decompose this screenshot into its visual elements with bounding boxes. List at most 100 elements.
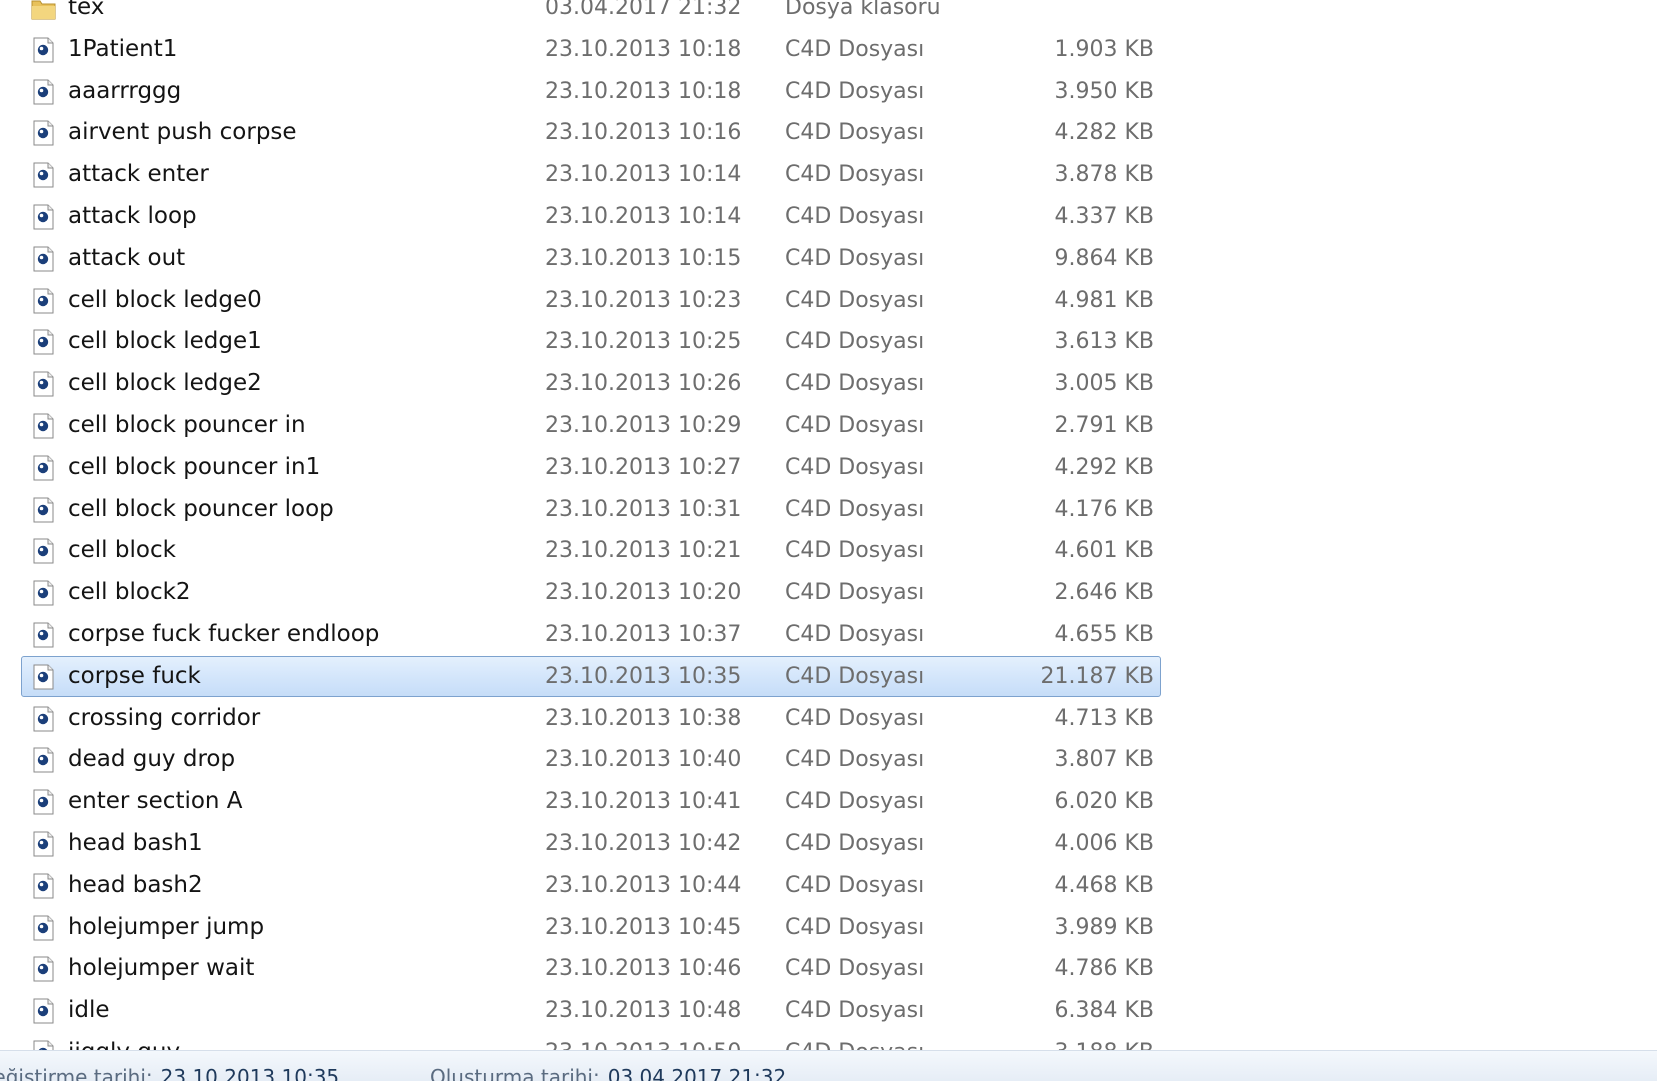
file-date: 23.10.2013 10:31	[545, 490, 741, 529]
file-size: 4.981 KB	[1055, 281, 1155, 320]
c4d-file-icon	[31, 747, 56, 773]
file-name: cell block pouncer in1	[68, 448, 320, 487]
file-row[interactable]: dead guy drop23.10.2013 10:40C4D Dosyası…	[21, 739, 1161, 780]
file-size: 3.188 KB	[1055, 1033, 1155, 1050]
file-row[interactable]: cell block pouncer in123.10.2013 10:27C4…	[21, 447, 1161, 488]
details-status-bar: Değiştirme tarihi:23.10.2013 10:35 Oluşt…	[0, 1050, 1657, 1081]
file-type: C4D Dosyası	[785, 72, 924, 111]
file-type: C4D Dosyası	[785, 991, 924, 1030]
file-size: 21.187 KB	[1041, 657, 1155, 696]
file-type: C4D Dosyası	[785, 448, 924, 487]
file-type: C4D Dosyası	[785, 615, 924, 654]
file-row[interactable]: airvent push corpse23.10.2013 10:16C4D D…	[21, 112, 1161, 153]
file-row[interactable]: cell block223.10.2013 10:20C4D Dosyası2.…	[21, 572, 1161, 613]
file-row[interactable]: enter section A23.10.2013 10:41C4D Dosya…	[21, 781, 1161, 822]
c4d-file-icon	[31, 706, 56, 732]
file-name: cell block	[68, 531, 176, 570]
file-size: 4.655 KB	[1055, 615, 1155, 654]
file-name: dead guy drop	[68, 740, 235, 779]
file-row[interactable]: cell block ledge123.10.2013 10:25C4D Dos…	[21, 321, 1161, 362]
file-date: 23.10.2013 10:37	[545, 615, 741, 654]
file-date: 23.10.2013 10:46	[545, 949, 741, 988]
file-row[interactable]: attack enter23.10.2013 10:14C4D Dosyası3…	[21, 154, 1161, 195]
file-row[interactable]: 1Patient123.10.2013 10:18C4D Dosyası1.90…	[21, 29, 1161, 70]
file-type: C4D Dosyası	[785, 782, 924, 821]
file-size: 4.337 KB	[1055, 197, 1155, 236]
file-row[interactable]: cell block pouncer loop 23.10.2013 10:31 C…	[21, 489, 1161, 530]
file-name: cell block pouncer loop	[68, 490, 334, 529]
c4d-file-icon	[31, 622, 56, 648]
file-row[interactable]: attack loop23.10.2013 10:14C4D Dosyası4.…	[21, 196, 1161, 237]
file-name: aaarrrggg	[68, 72, 181, 111]
file-type: C4D Dosyası	[785, 281, 924, 320]
c4d-file-icon	[31, 915, 56, 941]
file-row[interactable]: cell block ledge023.10.2013 10:23C4D Dos…	[21, 280, 1161, 321]
file-row[interactable]: cell block ledge223.10.2013 10:26C4D Dos…	[21, 363, 1161, 404]
file-type: C4D Dosyası	[785, 657, 924, 696]
file-row[interactable]: corpse fuck 23.10.2013 10:35 C4D Dosyası 21…	[21, 656, 1161, 697]
file-name: attack enter	[68, 155, 209, 194]
file-date: 23.10.2013 10:18	[545, 72, 741, 111]
file-date: 23.10.2013 10:18	[545, 30, 741, 69]
file-date: 23.10.2013 10:15	[545, 239, 741, 278]
file-size: 4.176 KB	[1055, 490, 1155, 529]
file-size: 4.006 KB	[1055, 824, 1155, 863]
file-size: 3.878 KB	[1055, 155, 1155, 194]
file-row[interactable]: idle23.10.2013 10:48C4D Dosyası6.384 KB	[21, 990, 1161, 1031]
file-size: 4.292 KB	[1055, 448, 1155, 487]
file-row[interactable]: crossing corridor23.10.2013 10:38C4D Dos…	[21, 698, 1161, 739]
file-date: 23.10.2013 10:14	[545, 197, 741, 236]
file-type: C4D Dosyası	[785, 949, 924, 988]
file-row[interactable]: tex03.04.2017 21:32Dosya klasoru	[21, 0, 1161, 28]
file-name: corpse fuck	[68, 657, 201, 696]
file-type: C4D Dosyası	[785, 1033, 924, 1050]
file-date: 23.10.2013 10:38	[545, 699, 741, 738]
file-name: cell block2	[68, 573, 191, 612]
file-date: 23.10.2013 10:26	[545, 364, 741, 403]
c4d-file-icon	[31, 873, 56, 899]
file-name: cell block ledge0	[68, 281, 262, 320]
file-row[interactable]: attack out23.10.2013 10:15C4D Dosyası9.8…	[21, 238, 1161, 279]
c4d-file-icon	[31, 538, 56, 564]
file-size: 4.713 KB	[1055, 699, 1155, 738]
file-type: C4D Dosyası	[785, 740, 924, 779]
file-row[interactable]: cell block23.10.2013 10:21C4D Dosyası4.6…	[21, 530, 1161, 571]
file-row[interactable]: holejumper jump23.10.2013 10:45C4D Dosya…	[21, 907, 1161, 948]
file-name: airvent push corpse	[68, 113, 297, 152]
file-row[interactable]: head bash223.10.2013 10:44C4D Dosyası4.4…	[21, 865, 1161, 906]
file-size: 4.786 KB	[1055, 949, 1155, 988]
c4d-file-icon	[31, 831, 56, 857]
file-date: 03.04.2017 21:32	[545, 0, 741, 27]
file-row[interactable]: holejumper wait23.10.2013 10:46C4D Dosya…	[21, 948, 1161, 989]
file-name: attack out	[68, 239, 185, 278]
file-date: 23.10.2013 10:20	[545, 573, 741, 612]
file-date: 23.10.2013 10:21	[545, 531, 741, 570]
file-list: tex03.04.2017 21:32Dosya klasoru1Patient…	[0, 0, 1657, 1050]
file-type: C4D Dosyası	[785, 113, 924, 152]
file-size: 3.613 KB	[1055, 322, 1155, 361]
file-row[interactable]: cell block pouncer in23.10.2013 10:29C4D…	[21, 405, 1161, 446]
c4d-file-icon	[31, 79, 56, 105]
created-date-value: 03.04.2017 21:32	[608, 1065, 787, 1081]
c4d-file-icon	[31, 455, 56, 481]
modified-date: Değiştirme tarihi:23.10.2013 10:35	[0, 1065, 339, 1081]
file-name: 1Patient1	[68, 30, 177, 69]
file-row[interactable]: jiggly guy23.10.2013 10:50C4D Dosyası3.1…	[21, 1032, 1161, 1050]
file-date: 23.10.2013 10:48	[545, 991, 741, 1030]
file-date: 23.10.2013 10:35	[545, 657, 741, 696]
file-row[interactable]: aaarrrggg23.10.2013 10:18C4D Dosyası3.95…	[21, 71, 1161, 112]
file-name: corpse fuck fucker endloop	[68, 615, 379, 654]
file-type: C4D Dosyası	[785, 322, 924, 361]
file-type: C4D Dosyası	[785, 699, 924, 738]
file-size: 4.282 KB	[1055, 113, 1155, 152]
c4d-file-icon	[31, 413, 56, 439]
file-date: 23.10.2013 10:29	[545, 406, 741, 445]
file-type: C4D Dosyası	[785, 155, 924, 194]
file-row[interactable]: corpse fuck fucker endloop 23.10.2013 10:…	[21, 614, 1161, 655]
file-row[interactable]: head bash123.10.2013 10:42C4D Dosyası4.0…	[21, 823, 1161, 864]
c4d-file-icon	[31, 37, 56, 63]
folder-icon	[31, 0, 56, 21]
file-type: C4D Dosyası	[785, 406, 924, 445]
file-type: C4D Dosyası	[785, 573, 924, 612]
file-type: C4D Dosyası	[785, 490, 924, 529]
